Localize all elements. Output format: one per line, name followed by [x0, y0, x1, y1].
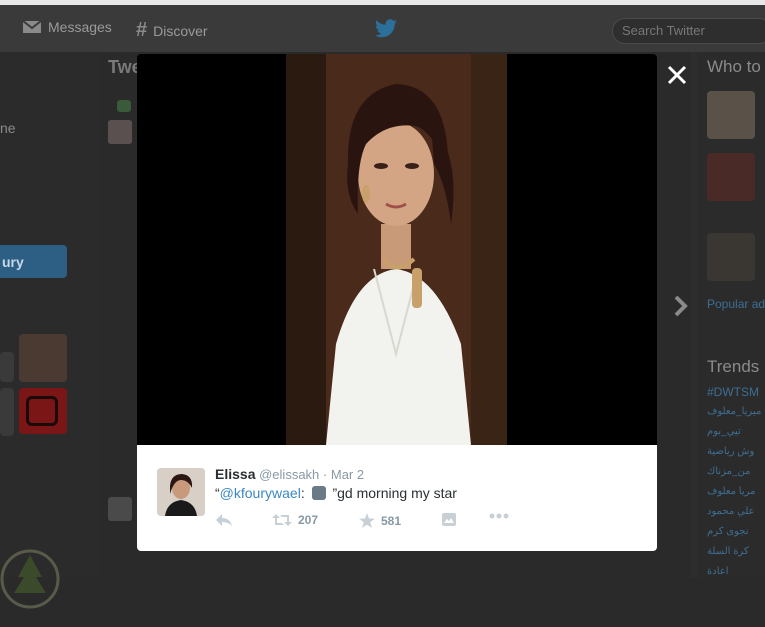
retweet-count: 207	[298, 513, 319, 527]
image-icon	[442, 513, 456, 526]
hashtag-icon: #	[136, 19, 148, 41]
profile-text-partial: ne	[0, 120, 16, 136]
trend-item[interactable]: من_مزناك	[707, 466, 750, 477]
left-column: ne ury	[0, 52, 100, 609]
nav-discover[interactable]: # Discover	[136, 19, 208, 42]
ld-logo	[26, 396, 58, 426]
favorite-count: 581	[381, 513, 402, 528]
trend-item[interactable]: علي محمود	[707, 506, 755, 517]
reply-icon	[216, 514, 232, 526]
tweet-colon: :	[300, 485, 305, 501]
reply-button[interactable]	[215, 513, 233, 527]
tweet-card: Elissa @elissakh · Mar 2 “@kfourywael: ”…	[137, 445, 657, 551]
cedar-emblem-icon	[0, 549, 60, 609]
portrait-illustration	[286, 54, 507, 445]
tweet-photo[interactable]	[286, 54, 507, 445]
media-button[interactable]	[442, 513, 456, 526]
tweet-separator: ·	[322, 467, 328, 482]
trend-item[interactable]: مريا معلوف	[707, 486, 756, 497]
trend-item[interactable]: تيي_بوم	[707, 426, 741, 437]
trend-item[interactable]: #DWTSM	[707, 385, 759, 399]
twitter-bird-icon[interactable]	[374, 19, 398, 39]
nav-messages[interactable]: Messages	[22, 19, 112, 35]
suggested-avatar-2[interactable]	[707, 153, 755, 201]
profile-button-label: ury	[2, 253, 24, 270]
retweet-icon	[272, 514, 292, 526]
tweet-author-name[interactable]: Elissa	[215, 466, 255, 482]
who-to-follow-title: Who to	[707, 57, 761, 76]
top-nav: Messages # Discover Search Twitter	[0, 0, 765, 52]
trends-title: Trends	[707, 357, 760, 376]
search-input[interactable]: Search Twitter	[612, 18, 765, 44]
photo-tile-2[interactable]	[19, 334, 67, 382]
author-avatar-image	[157, 468, 205, 516]
more-icon	[489, 513, 509, 519]
profile-button[interactable]: ury	[0, 245, 67, 278]
right-column: Who to Popular ad Trends #DWTSM ميريا_مع…	[697, 52, 765, 578]
photo-tile-4[interactable]	[19, 388, 67, 434]
photo-tile-3[interactable]	[0, 388, 14, 436]
chevron-right-icon[interactable]	[673, 294, 689, 318]
trend-item[interactable]: كرة السلة	[707, 546, 749, 557]
photo-tile-1[interactable]	[0, 352, 14, 382]
trend-item[interactable]: نجوى كرم	[707, 526, 748, 537]
timeline-avatar-2[interactable]	[108, 497, 132, 521]
trend-item[interactable]: اعادة	[707, 566, 728, 577]
envelope-icon	[22, 20, 42, 33]
tweet-mention-link[interactable]: @kfourywael	[220, 485, 301, 501]
close-icon[interactable]	[666, 64, 688, 86]
suggested-avatar-1[interactable]	[707, 91, 755, 139]
tweet-date[interactable]: Mar 2	[331, 467, 364, 482]
tweet-header: Elissa @elissakh · Mar 2	[215, 466, 364, 482]
media-viewer	[137, 54, 657, 445]
nav-discover-label: Discover	[153, 22, 208, 39]
popular-accounts-link[interactable]: Popular ad	[707, 297, 765, 311]
retweet-button[interactable]: 207	[272, 513, 318, 527]
tweet-body: ”gd morning my star	[332, 485, 457, 501]
tweet-text: “@kfourywael: ”gd morning my star	[215, 485, 457, 501]
timeline-avatar-1[interactable]	[108, 120, 132, 144]
retweet-badge	[117, 100, 131, 112]
more-button[interactable]	[489, 513, 509, 519]
star-icon	[359, 513, 375, 528]
tweet-author-avatar[interactable]	[157, 468, 205, 516]
favorite-button[interactable]: 581	[359, 513, 401, 528]
trend-item[interactable]: وش رياضية	[707, 446, 754, 457]
tweet-author-handle[interactable]: @elissakh	[259, 467, 319, 482]
search-placeholder: Search Twitter	[622, 23, 705, 38]
suggested-avatar-3[interactable]	[707, 233, 755, 281]
nav-messages-label: Messages	[48, 19, 112, 35]
emoji-icon	[311, 486, 326, 500]
trend-item[interactable]: ميريا_معلوف	[707, 406, 761, 417]
